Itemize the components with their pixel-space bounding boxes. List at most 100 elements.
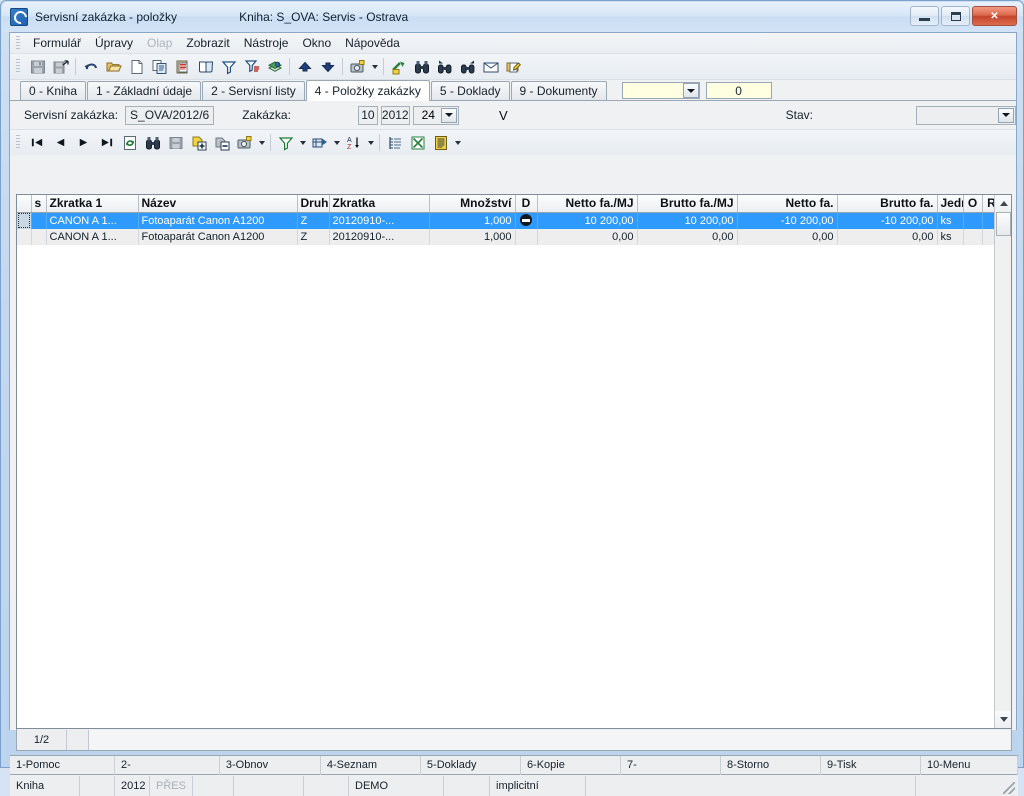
tab-5-doklady[interactable]: 5 - Doklady (431, 81, 510, 100)
edit-note-icon[interactable] (503, 56, 524, 77)
prev-record-icon[interactable] (50, 132, 71, 153)
save-close-icon[interactable] (50, 56, 71, 77)
book-icon[interactable] (195, 56, 216, 77)
camera-dropdown-arrow-icon[interactable] (369, 56, 380, 77)
menu-item-okno[interactable]: Okno (295, 34, 338, 53)
contract-month-field[interactable]: 10 (358, 106, 378, 125)
undo-icon[interactable] (80, 56, 101, 77)
function-key-8[interactable]: 8-Storno (721, 756, 821, 775)
export-excel-icon[interactable] (388, 56, 409, 77)
column-header-d[interactable]: D (515, 195, 537, 212)
sort-az-icon[interactable]: AZ (343, 132, 364, 153)
camera-grid-icon[interactable] (234, 132, 255, 153)
column-header-brutto[interactable]: Brutto fa. (837, 195, 937, 212)
menu-item-formular[interactable]: Formulář (26, 34, 88, 53)
camera-grid-dropdown-arrow-icon[interactable] (256, 132, 267, 153)
tab-2-servisni-listy[interactable]: 2 - Servisní listy (202, 81, 305, 100)
scroll-up-icon[interactable] (995, 195, 1012, 212)
filter-grid-icon[interactable] (275, 132, 296, 153)
chevron-down-icon[interactable] (683, 83, 699, 98)
column-header-o[interactable]: O (963, 195, 982, 212)
column-header-sel[interactable] (17, 195, 31, 212)
add-record-icon[interactable] (188, 132, 209, 153)
column-header-zkratka1[interactable]: Zkratka 1 (46, 195, 138, 212)
find-icon[interactable] (142, 132, 163, 153)
column-header-nazev[interactable]: Název (138, 195, 297, 212)
arrow-up-icon[interactable] (294, 56, 315, 77)
column-header-jedn[interactable]: Jedn (937, 195, 963, 212)
camera-icon[interactable] (347, 56, 368, 77)
minimize-button[interactable] (910, 6, 939, 26)
table-row[interactable]: CANON A 1...Fotoaparát Canon A1200Z20120… (17, 229, 1012, 245)
group-icon[interactable] (384, 132, 405, 153)
sort-dropdown-arrow-icon[interactable] (365, 132, 376, 153)
tab-0-kniha[interactable]: 0 - Kniha (20, 81, 86, 100)
header-number-field[interactable]: 0 (706, 82, 772, 99)
binoculars-prev-icon[interactable] (434, 56, 455, 77)
menu-item-napoveda[interactable]: Nápověda (338, 34, 407, 53)
tab-1-zakladni-udaje[interactable]: 1 - Základní údaje (87, 81, 201, 100)
contract-number-combo[interactable]: 24 (413, 106, 459, 125)
report-dropdown-arrow-icon[interactable] (452, 132, 463, 153)
grid-vertical-scrollbar[interactable] (994, 195, 1011, 728)
column-header-netto[interactable]: Netto fa. (737, 195, 837, 212)
chevron-down-icon[interactable] (998, 108, 1014, 123)
function-key-5[interactable]: 5-Doklady (421, 756, 521, 775)
menu-grip-handle[interactable] (16, 36, 20, 51)
columns-icon[interactable] (309, 132, 330, 153)
column-header-s[interactable]: s (31, 195, 46, 212)
function-key-9[interactable]: 9-Tisk (821, 756, 921, 775)
binoculars-next-icon[interactable] (457, 56, 478, 77)
header-combo-field[interactable] (622, 82, 700, 99)
function-key-4[interactable]: 4-Seznam (321, 756, 421, 775)
menu-item-zobrazit[interactable]: Zobrazit (179, 34, 236, 53)
table-row[interactable]: CANON A 1...Fotoaparát Canon A1200Z20120… (17, 212, 1012, 229)
maximize-button[interactable] (941, 6, 970, 26)
column-header-brutto_mj[interactable]: Brutto fa./MJ (637, 195, 737, 212)
filter-icon[interactable] (218, 56, 239, 77)
grid-toolbar-grip-handle[interactable] (16, 135, 20, 150)
tab-9-dokumenty[interactable]: 9 - Dokumenty (511, 81, 607, 100)
function-key-10[interactable]: 10-Menu (921, 756, 1018, 775)
function-key-2[interactable]: 2- (115, 756, 220, 775)
column-header-zkratka[interactable]: Zkratka (329, 195, 429, 212)
delete-record-icon[interactable] (211, 132, 232, 153)
items-grid[interactable]: sZkratka 1NázevDruhZkratkaMnožstvíDNetto… (16, 194, 1012, 729)
last-record-icon[interactable] (96, 132, 117, 153)
binoculars-icon[interactable] (411, 56, 432, 77)
next-record-icon[interactable] (73, 132, 94, 153)
save-icon[interactable] (27, 56, 48, 77)
column-header-druh[interactable]: Druh (297, 195, 329, 212)
menu-item-nastroje[interactable]: Nástroje (237, 34, 296, 53)
copy-icon[interactable] (149, 56, 170, 77)
layers-icon[interactable] (264, 56, 285, 77)
menu-item-upravy[interactable]: Úpravy (88, 34, 140, 53)
tab-4-polozky-zakazky[interactable]: 4 - Položky zakázky (306, 80, 430, 101)
columns-dropdown-arrow-icon[interactable] (331, 132, 342, 153)
function-key-7[interactable]: 7- (621, 756, 721, 775)
service-order-input[interactable]: S_OVA/2012/6 (125, 106, 214, 125)
function-key-1[interactable]: 1-Pomoc (10, 756, 115, 775)
export-excel-grid-icon[interactable] (407, 132, 428, 153)
scrollbar-thumb[interactable] (996, 212, 1011, 236)
chevron-down-icon[interactable] (441, 108, 457, 123)
contract-year-field[interactable]: 2012 (381, 106, 410, 125)
first-record-icon[interactable] (27, 132, 48, 153)
scroll-down-icon[interactable] (995, 711, 1012, 728)
close-button[interactable]: ✕ (972, 6, 1017, 26)
toolbar-grip-handle[interactable] (16, 59, 20, 74)
function-key-6[interactable]: 6-Kopie (521, 756, 621, 775)
state-combo[interactable] (916, 106, 1016, 125)
report-icon[interactable] (430, 132, 451, 153)
filter-remove-icon[interactable] (241, 56, 262, 77)
filter-dropdown-arrow-icon[interactable] (297, 132, 308, 153)
column-header-netto_mj[interactable]: Netto fa./MJ (537, 195, 637, 212)
save-grid-icon[interactable] (165, 132, 186, 153)
refresh-record-icon[interactable] (119, 132, 140, 153)
mail-icon[interactable] (480, 56, 501, 77)
arrow-down-icon[interactable] (317, 56, 338, 77)
column-header-mnozstvi[interactable]: Množství (429, 195, 515, 212)
function-key-3[interactable]: 3-Obnov (220, 756, 321, 775)
resize-grip[interactable] (1003, 782, 1015, 794)
new-document-icon[interactable] (126, 56, 147, 77)
